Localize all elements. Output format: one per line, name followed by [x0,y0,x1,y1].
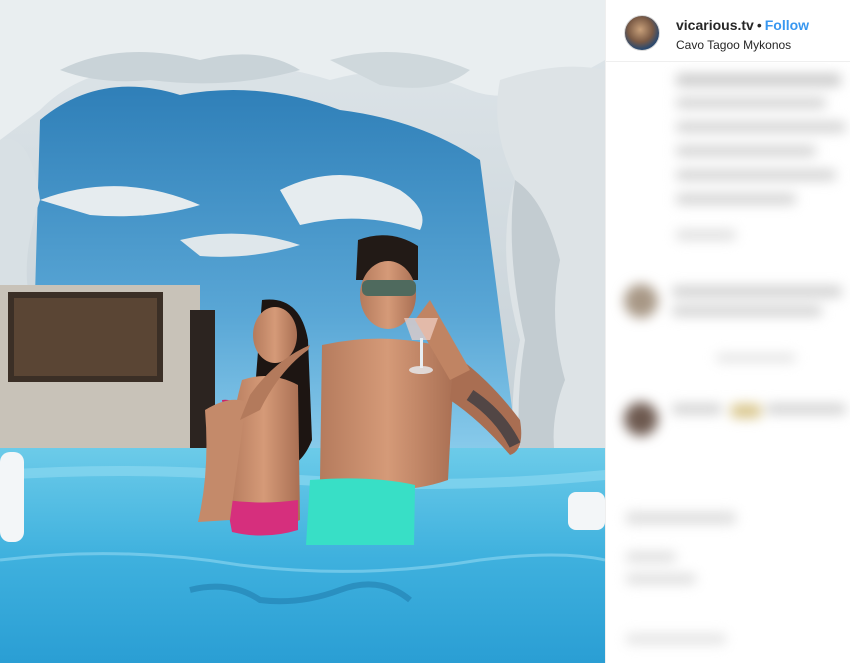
follow-button[interactable]: Follow [765,17,809,33]
instagram-post: vicarious.tv • Follow Cavo Tagoo Mykonos [0,0,850,663]
location-link[interactable]: Cavo Tagoo Mykonos [676,38,791,52]
post-header: vicarious.tv • Follow Cavo Tagoo Mykonos [606,0,850,62]
post-photo[interactable] [0,0,605,663]
avatar[interactable] [624,15,660,51]
post-sidebar: vicarious.tv • Follow Cavo Tagoo Mykonos [605,0,850,663]
separator-dot: • [756,17,762,33]
username-link[interactable]: vicarious.tv [676,17,754,33]
user-line: vicarious.tv • Follow [676,17,809,33]
pool-cave-photo [0,0,605,663]
blurred-comments [606,62,850,663]
